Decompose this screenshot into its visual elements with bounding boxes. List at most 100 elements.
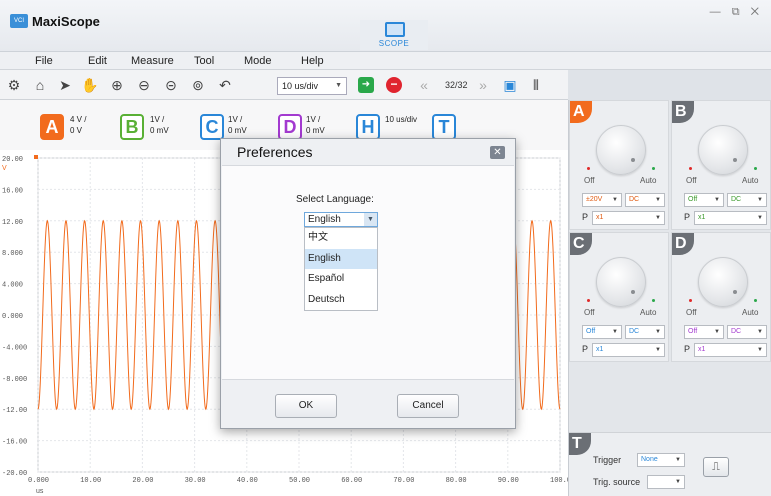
cancel-button[interactable]: Cancel	[397, 394, 459, 418]
dialog-title: Preferences	[237, 144, 313, 160]
frame-counter: 32/32	[445, 80, 468, 90]
title-bar: VCI MaxiScope SCOPE — ⧉ ✕	[0, 0, 771, 52]
horizontal-toggle[interactable]: H	[356, 114, 380, 140]
off-dot-icon	[587, 299, 590, 302]
zoom-fit-icon[interactable]: ⊝	[161, 75, 181, 95]
channel-a-toggle[interactable]: A	[40, 114, 64, 140]
channel-c-probe-select[interactable]: x1	[592, 343, 665, 357]
y-axis-unit-label: V	[2, 165, 7, 172]
timebase-select[interactable]: 10 us/div	[277, 77, 347, 95]
channel-a-coupling-select[interactable]: DC	[625, 193, 665, 207]
x-tick-label: 40.00	[237, 477, 258, 485]
x-axis-unit-label: us	[36, 488, 44, 495]
scope-mode-button[interactable]: SCOPE	[360, 20, 428, 50]
x-tick-label: 100.0	[550, 477, 568, 485]
zoom-reset-icon[interactable]: ⊚	[188, 75, 208, 95]
toolbar: ⚙ ⌂ ➤ ✋ ⊕ ⊖ ⊝ ⊚ ↶ 10 us/div ➜ − « 32/32 …	[0, 70, 568, 100]
window-controls[interactable]: — ⧉ ✕	[710, 6, 763, 19]
settings-gear-icon[interactable]: ⚙	[4, 75, 24, 95]
knob-auto-label: Auto	[640, 308, 657, 317]
channel-d-panel: D Off Auto Off DC P x1	[671, 232, 771, 362]
trigger-mode-select[interactable]: None	[637, 453, 685, 467]
channel-d-probe-select[interactable]: x1	[694, 343, 767, 357]
last-frame-icon[interactable]: »	[473, 75, 493, 95]
x-tick-label: 80.00	[446, 477, 467, 485]
x-tick-label: 60.00	[341, 477, 362, 485]
channel-b-coupling-select[interactable]: DC	[727, 193, 767, 207]
knob-off-label: Off	[686, 176, 697, 185]
trig-source-label: Trig. source	[593, 477, 641, 487]
menu-file[interactable]: File	[35, 55, 53, 67]
language-option-english[interactable]: English	[305, 248, 377, 269]
y-tick-label: 20.00	[2, 156, 23, 164]
channel-b-info: 1V /0 mV	[150, 115, 169, 135]
channel-c-coupling-select[interactable]: DC	[625, 325, 665, 339]
channel-b-panel: B Off Auto Off DC P x1	[671, 100, 771, 230]
knob-off-label: Off	[584, 176, 595, 185]
close-icon[interactable]: ✕	[490, 146, 505, 159]
channel-a-knob[interactable]	[596, 125, 646, 175]
run-button[interactable]: ➜	[358, 77, 374, 93]
channel-d-knob[interactable]	[698, 257, 748, 307]
channel-d-range-select[interactable]: Off	[684, 325, 724, 339]
home-icon[interactable]: ⌂	[30, 75, 50, 95]
channel-a-range-select[interactable]: ±20V	[582, 193, 622, 207]
knob-off-label: Off	[584, 308, 595, 317]
undo-icon[interactable]: ↶	[215, 75, 235, 95]
language-select[interactable]: English ▼	[304, 212, 378, 227]
channel-b-range-select[interactable]: Off	[684, 193, 724, 207]
channel-b-knob[interactable]	[698, 125, 748, 175]
language-option-spanish[interactable]: Español	[305, 269, 377, 290]
spectrum-view-icon[interactable]: ⦀	[526, 75, 546, 95]
off-dot-icon	[689, 299, 692, 302]
menu-tool[interactable]: Tool	[194, 55, 214, 67]
channel-c-toggle[interactable]: C	[200, 114, 224, 140]
language-option-german[interactable]: Deutsch	[305, 290, 377, 311]
first-frame-icon[interactable]: «	[414, 75, 434, 95]
channel-b-toggle[interactable]: B	[120, 114, 144, 140]
trig-source-select[interactable]	[647, 475, 685, 489]
hand-pan-icon[interactable]: ✋	[80, 75, 100, 95]
channel-d-coupling-select[interactable]: DC	[727, 325, 767, 339]
menu-help[interactable]: Help	[301, 55, 324, 67]
trigger-label: Trigger	[593, 455, 622, 465]
channel-d-info: 1V /0 mV	[306, 115, 325, 135]
channel-a-marker	[34, 155, 38, 159]
channel-c-range-select[interactable]: Off	[582, 325, 622, 339]
trigger-toggle[interactable]: T	[432, 114, 456, 140]
chevron-down-icon[interactable]: ▼	[364, 213, 377, 226]
x-tick-label: 90.00	[498, 477, 519, 485]
auto-dot-icon	[652, 167, 655, 170]
channel-a-probe-select[interactable]: x1	[592, 211, 665, 225]
menu-bar: File Edit Measure Tool Mode Help	[0, 52, 771, 70]
y-tick-label: -16.00	[2, 439, 27, 447]
trigger-panel: T Trigger None Trig. source ⎍	[569, 432, 771, 496]
off-dot-icon	[689, 167, 692, 170]
pointer-icon[interactable]: ➤	[55, 75, 75, 95]
language-option-chinese[interactable]: 中文	[305, 228, 377, 249]
stop-button[interactable]: −	[386, 77, 402, 93]
language-selected-value: English	[308, 214, 341, 225]
menu-mode[interactable]: Mode	[244, 55, 272, 67]
y-tick-label: 8.000	[2, 250, 23, 258]
waveform-view-icon[interactable]: ▣	[500, 75, 520, 95]
trigger-edge-icon[interactable]: ⎍	[703, 457, 729, 477]
zoom-in-icon[interactable]: ⊕	[107, 75, 127, 95]
x-tick-label: 0.000	[28, 477, 49, 485]
channel-b-probe-select[interactable]: x1	[694, 211, 767, 225]
probe-label: P	[582, 344, 589, 354]
knob-auto-label: Auto	[742, 308, 759, 317]
zoom-out-icon[interactable]: ⊖	[134, 75, 154, 95]
x-tick-label: 10.00	[80, 477, 101, 485]
channel-d-toggle[interactable]: D	[278, 114, 302, 140]
ok-button[interactable]: OK	[275, 394, 337, 418]
menu-measure[interactable]: Measure	[131, 55, 174, 67]
menu-edit[interactable]: Edit	[88, 55, 107, 67]
channel-c-knob[interactable]	[596, 257, 646, 307]
y-tick-label: -8.000	[2, 376, 27, 384]
auto-dot-icon	[652, 299, 655, 302]
scope-icon	[385, 22, 405, 37]
auto-dot-icon	[754, 299, 757, 302]
y-tick-label: 12.00	[2, 219, 23, 227]
channel-c-panel: C Off Auto Off DC P x1	[569, 232, 669, 362]
